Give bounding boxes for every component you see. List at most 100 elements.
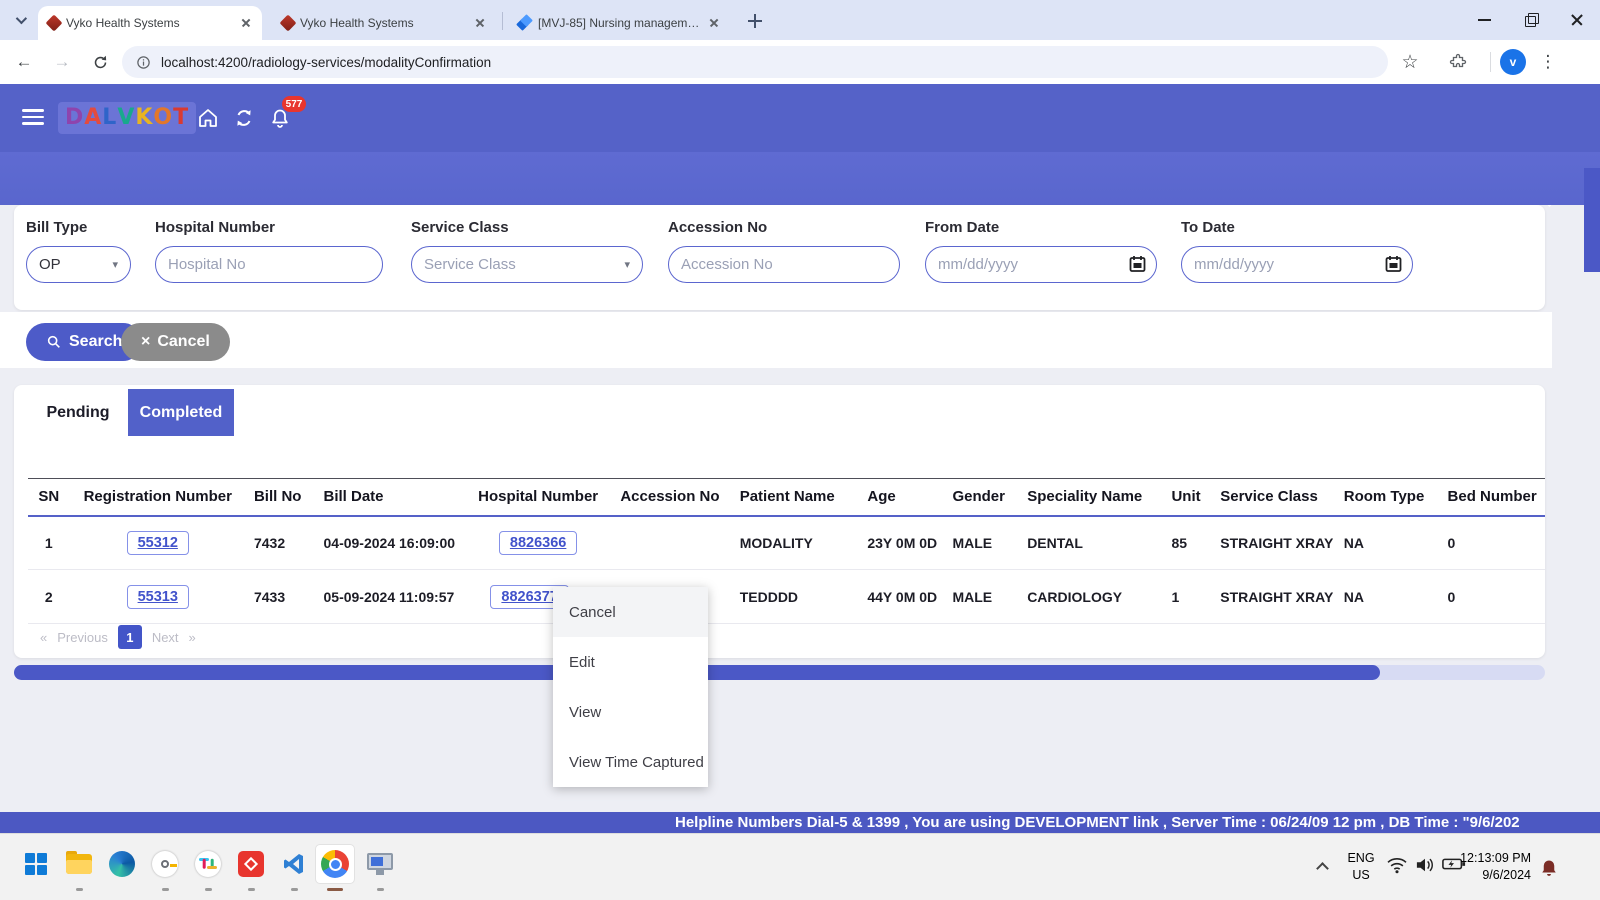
context-menu-item-view-time-captured[interactable]: View Time Captured <box>553 737 708 787</box>
language-switcher[interactable]: ENG US <box>1343 850 1379 884</box>
col-hospital-number: Hospital Number <box>464 479 612 516</box>
row-context-menu: Cancel Edit View View Time Captured <box>553 587 708 787</box>
from-date-input[interactable]: mm/dd/yyyy <box>925 246 1157 283</box>
cell-gender: MALE <box>944 516 1019 570</box>
close-icon[interactable] <box>238 15 254 31</box>
registration-link[interactable]: 55313 <box>127 585 189 609</box>
start-button[interactable] <box>16 844 56 884</box>
bookmark-star-icon[interactable]: ☆ <box>1398 50 1422 74</box>
previous-button[interactable]: Previous <box>57 630 108 645</box>
cancel-button-label: Cancel <box>157 333 209 351</box>
registration-link[interactable]: 55312 <box>127 531 189 555</box>
logo-letter: L <box>102 107 117 129</box>
logo-letter: K <box>135 107 153 129</box>
browser-profile-avatar[interactable]: v <box>1500 49 1526 75</box>
new-tab-icon[interactable] <box>745 11 765 31</box>
url-bar[interactable]: localhost:4200/radiology-services/modali… <box>122 46 1388 78</box>
filter-label: To Date <box>1181 219 1413 236</box>
restore-icon[interactable] <box>1508 0 1554 40</box>
extensions-puzzle-icon[interactable] <box>1446 50 1470 74</box>
col-unit: Unit <box>1163 479 1212 516</box>
cancel-button[interactable]: × Cancel <box>121 323 230 361</box>
close-icon[interactable] <box>706 15 722 31</box>
col-age: Age <box>859 479 944 516</box>
cell-gender: MALE <box>944 570 1019 624</box>
running-indicator <box>377 888 384 891</box>
browser-tab-3[interactable]: [MVJ-85] Nursing management <box>508 6 730 40</box>
context-menu-item-edit[interactable]: Edit <box>553 637 708 687</box>
file-explorer-icon[interactable] <box>59 844 99 884</box>
running-indicator <box>327 888 343 891</box>
vertical-scrollbar-thumb[interactable] <box>1584 168 1600 272</box>
running-indicator <box>162 888 169 891</box>
search-button-label: Search <box>69 333 122 351</box>
cell-room-type: NA <box>1336 516 1440 570</box>
results-table: SN Registration Number Bill No Bill Date… <box>28 478 1545 624</box>
minimize-icon[interactable] <box>1462 0 1508 40</box>
calendar-icon[interactable] <box>1385 255 1402 277</box>
col-patient-name: Patient Name <box>732 479 860 516</box>
context-menu-item-cancel[interactable]: Cancel <box>553 587 708 637</box>
wifi-icon[interactable] <box>1386 856 1408 879</box>
forward-icon[interactable]: → <box>50 50 74 74</box>
chrome-icon[interactable] <box>315 844 355 884</box>
helpline-bar: Helpline Numbers Dial-5 & 1399 , You are… <box>0 812 1600 833</box>
tab-title: [MVJ-85] Nursing management <box>538 16 700 30</box>
cell-patient-name: MODALITY <box>732 516 860 570</box>
tray-bell-icon[interactable] <box>1540 858 1558 883</box>
context-menu-item-view[interactable]: View <box>553 687 708 737</box>
app-header: D A L V K O T 577 Version : 1.33.541 MAT… <box>0 84 1600 152</box>
page-number[interactable]: 1 <box>118 625 142 649</box>
date-text: 9/6/2024 <box>1455 867 1531 884</box>
language-line1: ENG <box>1343 850 1379 867</box>
col-registration-number: Registration Number <box>70 479 246 516</box>
close-icon[interactable] <box>1554 0 1600 40</box>
bill-type-select[interactable]: OP ▾ <box>26 246 131 283</box>
hospital-number-field-wrap <box>155 246 383 283</box>
vscode-icon[interactable] <box>274 844 314 884</box>
hospital-number-link[interactable]: 8826366 <box>499 531 577 555</box>
sync-icon[interactable] <box>232 106 258 132</box>
col-bill-no: Bill No <box>246 479 316 516</box>
horizontal-scrollbar-track[interactable] <box>14 665 1545 680</box>
home-icon[interactable] <box>196 106 222 132</box>
hospital-number-input[interactable] <box>168 256 370 273</box>
cell-service-class: STRAIGHT XRAY <box>1212 516 1336 570</box>
time-text: 12:13:09 PM <box>1455 850 1531 867</box>
info-icon[interactable] <box>136 55 151 70</box>
slack-icon[interactable] <box>188 844 228 884</box>
bell-icon[interactable]: 577 <box>268 106 294 132</box>
cell-speciality: DENTAL <box>1019 516 1163 570</box>
notification-badge: 577 <box>282 96 306 112</box>
table-header-row: SN Registration Number Bill No Bill Date… <box>28 479 1545 516</box>
edge-icon[interactable] <box>102 844 142 884</box>
browser-tab-2[interactable]: Vyko Health Systems <box>272 6 496 40</box>
cell-sn: 1 <box>28 516 70 570</box>
service-class-select[interactable]: Service Class ▾ <box>411 246 643 283</box>
hamburger-icon[interactable] <box>22 109 44 125</box>
tab-title: Vyko Health Systems <box>300 16 466 30</box>
taskbar-clock[interactable]: 12:13:09 PM 9/6/2024 <box>1455 850 1531 884</box>
running-indicator <box>76 888 83 891</box>
app-logo[interactable]: D A L V K O T <box>58 102 196 134</box>
to-date-input[interactable]: mm/dd/yyyy <box>1181 246 1413 283</box>
accession-no-input[interactable] <box>681 256 887 273</box>
remote-desktop-icon[interactable] <box>360 844 400 884</box>
key-app-icon[interactable] <box>145 844 185 884</box>
next-button[interactable]: Next <box>152 630 179 645</box>
reload-icon[interactable] <box>88 50 112 74</box>
tab-pending[interactable]: Pending <box>28 389 128 436</box>
calendar-icon[interactable] <box>1129 255 1146 277</box>
volume-icon[interactable] <box>1414 856 1436 879</box>
browser-tab-1[interactable]: Vyko Health Systems <box>38 6 262 40</box>
tab-search-chevron-icon[interactable] <box>8 9 32 31</box>
tab-completed[interactable]: Completed <box>128 389 234 436</box>
back-icon[interactable]: ← <box>12 50 36 74</box>
tray-expand-icon[interactable] <box>1316 862 1329 875</box>
menu-kebab-icon[interactable]: ⋮ <box>1536 50 1560 74</box>
cell-patient-name: TEDDDD <box>732 570 860 624</box>
filter-label: Service Class <box>411 219 643 236</box>
red-app-icon[interactable] <box>231 844 271 884</box>
close-icon[interactable] <box>472 15 488 31</box>
cell-unit: 85 <box>1163 516 1212 570</box>
